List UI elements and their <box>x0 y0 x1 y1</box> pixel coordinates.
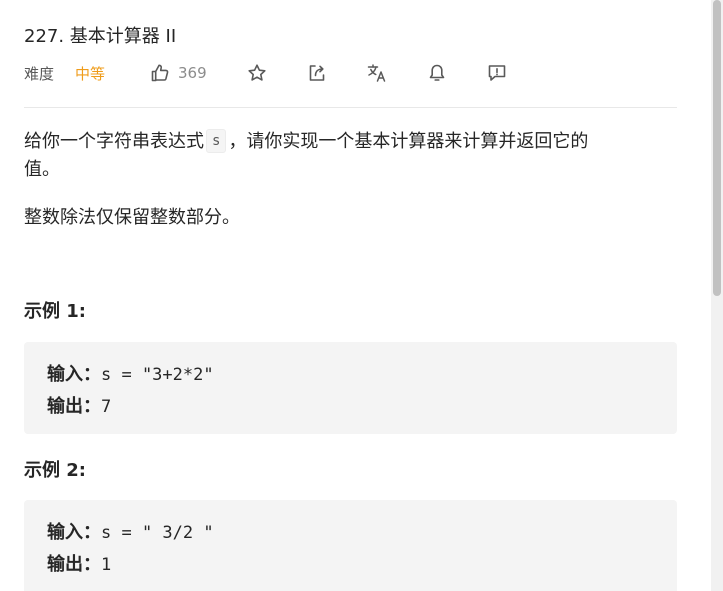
bell-icon <box>427 63 447 83</box>
example-1-output: 输出：7 <box>47 392 111 418</box>
problem-description: 给你一个字符串表达式 s ，请你实现一个基本计算器来计算并返回它的值。 <box>24 128 664 184</box>
description-paragraph: 给你一个字符串表达式 s ，请你实现一个基本计算器来计算并返回它的值。 <box>24 128 664 184</box>
feedback-icon <box>487 63 507 83</box>
output-value: 1 <box>101 555 112 575</box>
output-value: 7 <box>101 397 112 417</box>
like-count: 369 <box>178 64 207 82</box>
problem-page: 227. 基本计算器 II 难度 中等 369 给你一个字符串表达式 s ，请你… <box>0 0 723 591</box>
example-2-input: 输入：s = " 3/2 " <box>47 518 214 544</box>
output-label: 输出： <box>47 396 101 417</box>
scrollbar[interactable] <box>711 0 723 591</box>
like-button[interactable]: 369 <box>150 60 207 86</box>
header-divider <box>24 107 677 108</box>
star-icon <box>247 63 267 83</box>
description-text-part2: ，请你实现一个基本计算器来计算并返回它的 <box>228 131 589 152</box>
example-2-title: 示例 2: <box>24 460 86 481</box>
input-label: 输入： <box>47 522 101 543</box>
example-1-input: 输入：s = "3+2*2" <box>47 360 214 386</box>
difficulty-label: 难度 <box>24 65 55 83</box>
example-1-title: 示例 1: <box>24 301 86 322</box>
thumbs-up-icon <box>150 63 170 83</box>
notification-button[interactable] <box>426 62 448 84</box>
feedback-button[interactable] <box>486 62 508 84</box>
input-value: s = "3+2*2" <box>101 365 214 385</box>
translate-button[interactable] <box>366 62 388 84</box>
description-text-part1: 给你一个字符串表达式 <box>24 131 204 152</box>
difficulty-badge: 中等 <box>75 65 106 83</box>
share-icon <box>307 63 327 83</box>
share-button[interactable] <box>306 62 328 84</box>
inline-code: s <box>206 129 227 153</box>
input-value: s = " 3/2 " <box>101 523 214 543</box>
scrollbar-thumb[interactable] <box>713 0 721 296</box>
example-2-output: 输出：1 <box>47 550 111 576</box>
translate-icon <box>367 63 387 83</box>
example-1-box: 输入：s = "3+2*2" 输出：7 <box>24 342 677 434</box>
description-text-part3: 值。 <box>24 159 60 180</box>
example-2-box: 输入：s = " 3/2 " 输出：1 <box>24 500 677 591</box>
output-label: 输出： <box>47 554 101 575</box>
favorite-button[interactable] <box>246 62 268 84</box>
problem-meta-bar: 难度 中等 369 <box>24 60 677 86</box>
input-label: 输入： <box>47 364 101 385</box>
problem-title: 227. 基本计算器 II <box>24 26 177 47</box>
description-paragraph-2: 整数除法仅保留整数部分。 <box>24 207 240 228</box>
